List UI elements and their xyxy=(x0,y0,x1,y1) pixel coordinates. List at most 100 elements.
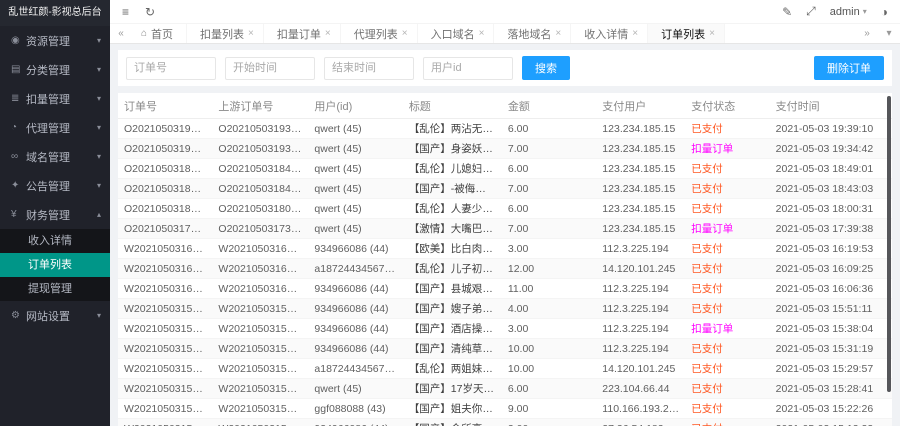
sidebar-menu-item[interactable]: ≣ 扣量管理 ▾ xyxy=(0,84,110,113)
status-badge: 已支付 xyxy=(691,203,723,215)
cell-time: 2021-05-03 15:13:33 xyxy=(770,419,892,426)
cell-upstream-no: W202105031550575229 xyxy=(212,299,308,319)
cell-upstream-no: W202105031531054472 xyxy=(212,339,308,359)
table-row: W202105031528286328... W2021050315282863… xyxy=(118,379,892,399)
menu-item-icon: ⚙ xyxy=(11,310,26,321)
admin-dropdown[interactable]: admin ▾ xyxy=(830,6,867,18)
cell-amount: 3.00 xyxy=(502,419,596,426)
cell-amount: 4.00 xyxy=(502,299,596,319)
cell-user: 934966086 (44) xyxy=(308,419,402,426)
user-id-input[interactable] xyxy=(423,57,513,80)
cell-title: 【乱伦】儿媳妇未在姥姥... xyxy=(403,159,502,179)
orders-table-card: 订单号 上游订单号 用户(id) 标题 金额 支付用户 支付状态 支付时间 xyxy=(118,93,892,420)
sidebar-menu-item[interactable]: ¥ 财务管理 ▴ xyxy=(0,200,110,229)
fullscreen-icon[interactable]: ⤢ xyxy=(806,4,816,19)
cell-upstream-no: W202105031528286328... xyxy=(212,379,308,399)
tab-item[interactable]: 落地域名 × xyxy=(494,24,571,43)
tab-item[interactable]: ⌂ 首页 xyxy=(132,24,187,43)
sidebar-submenu-item[interactable]: 收入详情 xyxy=(0,229,110,253)
submenu-item-label: 收入详情 xyxy=(28,235,72,247)
tab-item[interactable]: 入口域名 × xyxy=(418,24,495,43)
end-time-input[interactable] xyxy=(324,57,414,80)
tab-item[interactable]: 收入详情 × xyxy=(571,24,648,43)
refresh-icon[interactable]: ↻ xyxy=(145,5,155,19)
sidebar-menu-item[interactable]: ∞ 域名管理 ▾ xyxy=(0,142,110,171)
menu-item-label: 公告管理 xyxy=(26,178,97,194)
table-scrollbar[interactable] xyxy=(887,96,891,392)
cell-upstream-no: O202105031848407685... xyxy=(212,159,308,179)
cell-time: 2021-05-03 15:31:19 xyxy=(770,339,892,359)
tab-scroll-left-icon[interactable]: « xyxy=(110,28,132,39)
sidebar-menu-item[interactable]: ⚙ 网站设置 ▾ xyxy=(0,301,110,330)
cell-payer: 123.234.185.15 xyxy=(596,179,685,199)
orders-table: 订单号 上游订单号 用户(id) 标题 金额 支付用户 支付状态 支付时间 xyxy=(118,93,892,426)
cell-order-no: W202105031528286328... xyxy=(118,379,212,399)
status-badge: 已支付 xyxy=(691,183,723,195)
cell-time: 2021-05-03 19:34:42 xyxy=(770,139,892,159)
menu-item-icon: ▤ xyxy=(11,64,26,75)
tab-item[interactable]: 订单列表 × xyxy=(648,24,725,43)
filter-bar: 搜索 删除订单 xyxy=(118,50,892,86)
cell-title: 【乱伦】两沾无暇双胞2... xyxy=(403,119,502,139)
sidebar-menu-item[interactable]: ◉ 资源管理 ▾ xyxy=(0,26,110,55)
tab-label: 代理列表 xyxy=(354,26,398,42)
home-icon: ⌂ xyxy=(141,28,147,39)
start-time-input[interactable] xyxy=(225,57,315,80)
search-button[interactable]: 搜索 xyxy=(522,56,570,80)
menu-item-label: 域名管理 xyxy=(26,149,97,165)
sidebar-menu-item[interactable]: ▤ 分类管理 ▾ xyxy=(0,55,110,84)
theme-icon[interactable]: ◑ xyxy=(881,5,888,19)
table-row: W202105031512572445... W2021050315125724… xyxy=(118,419,892,426)
cell-order-no: W202105031619414749... xyxy=(118,239,212,259)
tab-scroll-right-icon[interactable]: » xyxy=(856,28,878,39)
cell-title: 【国产】身姿妖娆的大儿... xyxy=(403,139,502,159)
tab-item[interactable]: 扣量订单 × xyxy=(264,24,341,43)
sidebar-submenu-item[interactable]: 订单列表 xyxy=(0,253,110,277)
chevron-icon: ▾ xyxy=(97,94,101,103)
tab-close-icon[interactable]: × xyxy=(632,28,638,39)
cell-amount: 11.00 xyxy=(502,279,596,299)
cell-payer: 123.234.185.15 xyxy=(596,159,685,179)
cell-user: qwert (45) xyxy=(308,119,402,139)
delete-orders-button[interactable]: 删除订单 xyxy=(814,56,884,80)
tab-label: 订单列表 xyxy=(661,26,705,42)
tab-item[interactable]: 代理列表 × xyxy=(341,24,418,43)
table-row: W202105031537522270... W2021050315375222… xyxy=(118,319,892,339)
cell-title: 【国产】县城艰难性徒会... xyxy=(403,279,502,299)
cell-order-no: W202105031537522270... xyxy=(118,319,212,339)
tab-close-icon[interactable]: × xyxy=(709,28,715,39)
tab-options-icon[interactable]: ▾ xyxy=(878,28,900,39)
cell-title: 【国产】姐夫你喝醉了!... xyxy=(403,399,502,419)
cell-title: 【乱伦】人妻少妇平白嫩... xyxy=(403,199,502,219)
cell-upstream-no: W202105031512572445... xyxy=(212,419,308,426)
status-badge: 已支付 xyxy=(691,123,723,135)
tab-item[interactable]: 扣量列表 × xyxy=(187,24,264,43)
admin-username: admin xyxy=(830,6,860,18)
tab-close-icon[interactable]: × xyxy=(479,28,485,39)
tab-close-icon[interactable]: × xyxy=(555,28,561,39)
cell-title: 【国产】会所高价19岁超... xyxy=(403,419,502,426)
submenu-item-label: 提现管理 xyxy=(28,283,72,295)
sidebar-menu-item[interactable]: ✦ 公告管理 ▾ xyxy=(0,171,110,200)
sidebar-submenu-item[interactable]: 提现管理 xyxy=(0,277,110,301)
submenu-item-label: 订单列表 xyxy=(28,259,72,271)
cell-user: qwert (45) xyxy=(308,179,402,199)
order-no-input[interactable] xyxy=(126,57,216,80)
status-badge: 已支付 xyxy=(691,343,723,355)
cell-status: 已支付 xyxy=(685,379,769,399)
cell-title: 【国产】-被侮辱的奴隶水... xyxy=(403,179,502,199)
sidebar-menu-item[interactable]: ◔ 代理管理 ▾ xyxy=(0,113,110,142)
tab-close-icon[interactable]: × xyxy=(248,28,254,39)
collapse-sidebar-icon[interactable]: ≡ xyxy=(122,5,129,19)
status-badge: 已支付 xyxy=(691,363,723,375)
tab-close-icon[interactable]: × xyxy=(402,28,408,39)
cell-payer: 112.3.225.194 xyxy=(596,279,685,299)
sidebar-menu: ◉ 资源管理 ▾ ▤ 分类管理 ▾ ≣ 扣量管理 ▾ ◔ xyxy=(0,26,110,330)
cell-title: 【国产】清纯草莓小美女 xyxy=(403,339,502,359)
menu-item-icon: ≣ xyxy=(11,93,26,104)
table-row: O202105031938581410... O2021050319385814… xyxy=(118,119,892,139)
clear-cache-icon[interactable]: ✎ xyxy=(782,5,792,19)
cell-order-no: W202105031531054472 xyxy=(118,339,212,359)
cell-upstream-no: W202105031606232235... xyxy=(212,279,308,299)
tab-close-icon[interactable]: × xyxy=(325,28,331,39)
